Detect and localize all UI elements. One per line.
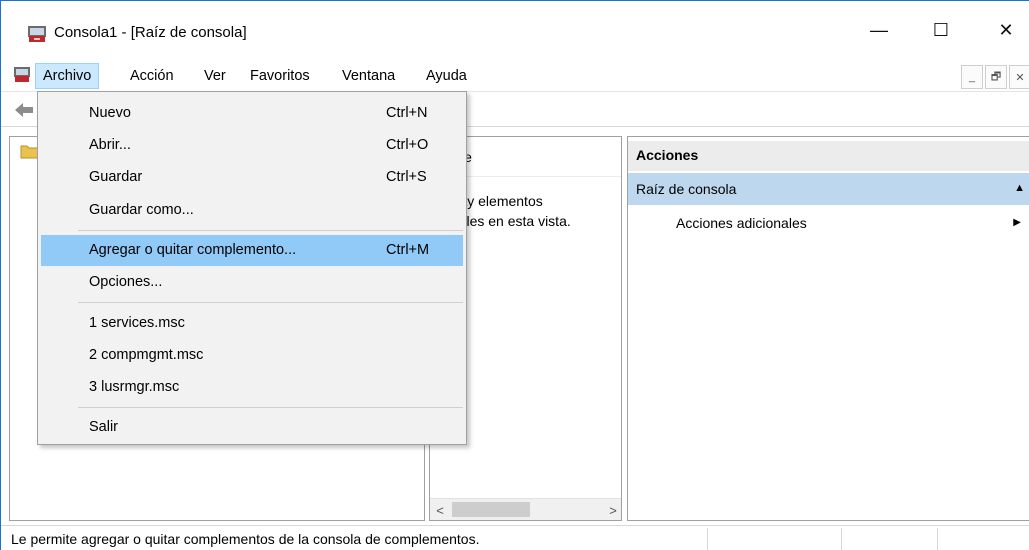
- menu-item-agregar-quitar-complemento[interactable]: Agregar o quitar complemento... Ctrl+M: [41, 235, 463, 266]
- mdi-minimize-button[interactable]: _: [961, 65, 983, 89]
- menu-bar: Archivo Acción Ver Favoritos Ventana Ayu…: [1, 63, 1029, 89]
- horizontal-scrollbar[interactable]: < >: [430, 498, 621, 520]
- status-divider: [937, 528, 938, 550]
- submenu-arrow-icon: ▶: [1013, 217, 1021, 228]
- additional-actions-label: Acciones adicionales: [676, 215, 807, 231]
- back-arrow-icon[interactable]: [13, 101, 35, 119]
- menu-item-recent-2[interactable]: 2 compmgmt.msc: [41, 340, 463, 371]
- menu-ayuda[interactable]: Ayuda: [419, 63, 474, 89]
- title-bar: Consola1 - [Raíz de consola] — ☐ ✕: [1, 1, 1029, 47]
- close-button[interactable]: ✕: [986, 15, 1026, 45]
- actions-section-label: Raíz de consola: [636, 181, 737, 197]
- menu-item-opciones[interactable]: Opciones...: [41, 267, 463, 298]
- minimize-button[interactable]: —: [859, 15, 899, 45]
- menu-separator: [78, 230, 463, 231]
- additional-actions-item[interactable]: Acciones adicionales ▶: [628, 209, 1029, 239]
- menu-item-recent-3[interactable]: 3 lusrmgr.msc: [41, 372, 463, 403]
- actions-pane: Acciones Raíz de consola ▲ Acciones adic…: [627, 136, 1029, 521]
- maximize-button[interactable]: ☐: [921, 15, 961, 45]
- mdi-controls: _ 🗗 ✕: [961, 65, 1029, 89]
- menu-archivo[interactable]: Archivo: [35, 63, 100, 89]
- actions-header: Acciones: [628, 141, 1029, 171]
- mdi-close-button[interactable]: ✕: [1009, 65, 1029, 89]
- scroll-right-button[interactable]: >: [603, 499, 621, 520]
- empty-message: o hay elementos onibles en esta vista.: [440, 191, 620, 231]
- status-divider: [841, 528, 842, 550]
- menu-item-salir[interactable]: Salir: [41, 412, 463, 443]
- mdi-restore-button[interactable]: 🗗: [985, 65, 1007, 89]
- scroll-thumb[interactable]: [452, 502, 530, 517]
- file-menu-dropdown: Nuevo Ctrl+N Abrir... Ctrl+O Guardar Ctr…: [37, 91, 467, 445]
- menu-accion[interactable]: Acción: [123, 63, 181, 89]
- status-text: Le permite agregar o quitar complementos…: [11, 531, 480, 547]
- menu-separator: [78, 302, 463, 303]
- menu-separator: [78, 407, 463, 408]
- status-bar: Le permite agregar o quitar complementos…: [1, 525, 1029, 550]
- menu-item-abrir[interactable]: Abrir... Ctrl+O: [41, 130, 463, 161]
- menu-ver[interactable]: Ver: [197, 63, 233, 89]
- menu-favoritos[interactable]: Favoritos: [243, 63, 317, 89]
- menu-item-guardar-como[interactable]: Guardar como...: [41, 195, 463, 226]
- console-menu-icon[interactable]: [13, 66, 31, 84]
- actions-section-root[interactable]: Raíz de consola ▲: [628, 173, 1029, 205]
- menu-item-recent-1[interactable]: 1 services.msc: [41, 308, 463, 339]
- mmc-window: Consola1 - [Raíz de consola] — ☐ ✕ Archi…: [0, 0, 1029, 550]
- collapse-arrow-icon[interactable]: ▲: [1014, 182, 1025, 194]
- window-title: Consola1 - [Raíz de consola]: [54, 24, 247, 41]
- empty-message-line2: onibles en esta vista.: [440, 213, 571, 229]
- menu-ventana[interactable]: Ventana: [335, 63, 402, 89]
- status-divider: [707, 528, 708, 550]
- menu-item-nuevo[interactable]: Nuevo Ctrl+N: [41, 98, 463, 129]
- menu-item-guardar[interactable]: Guardar Ctrl+S: [41, 162, 463, 193]
- console-app-icon: [28, 26, 46, 42]
- empty-message-line1: o hay elementos: [440, 193, 543, 209]
- scroll-left-button[interactable]: <: [430, 499, 450, 520]
